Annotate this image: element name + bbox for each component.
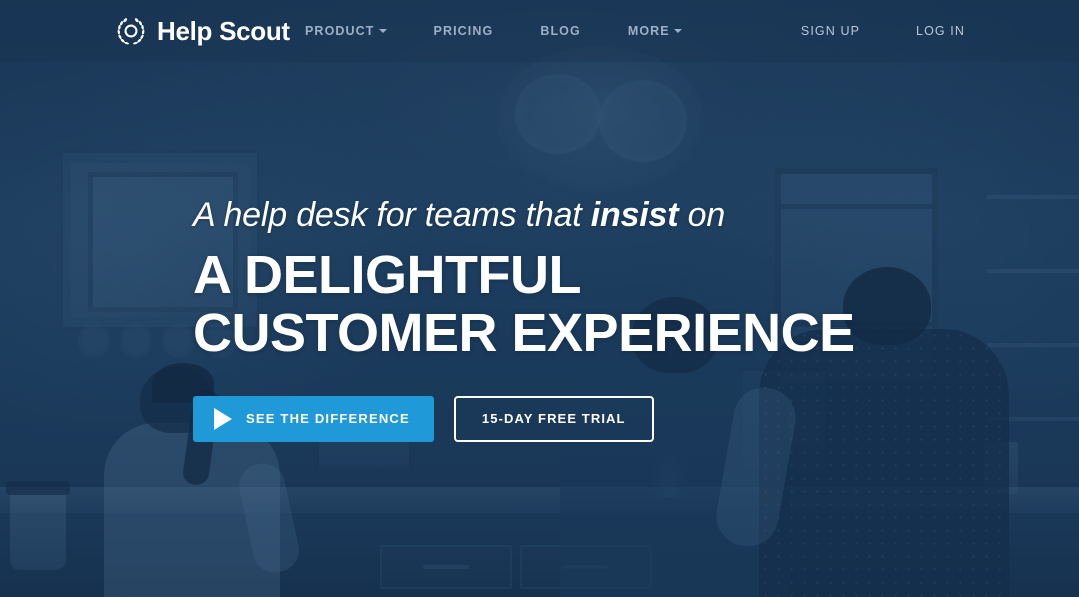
hero-section: Help Scout PRODUCT PRICING BLOG MORE SIG… [0,0,1079,597]
see-the-difference-label: SEE THE DIFFERENCE [246,411,410,427]
see-the-difference-button[interactable]: SEE THE DIFFERENCE [193,395,434,442]
nav-item-label: PRICING [433,24,494,38]
nav-item-more[interactable]: MORE [628,24,704,38]
brand-logo[interactable]: Help Scout [114,14,290,48]
hero-cta-group: SEE THE DIFFERENCE 15-DAY FREE TRIAL [193,395,855,442]
sign-up-link[interactable]: SIGN UP [801,24,860,38]
brand-name: Help Scout [157,16,290,46]
hero-kicker: A help desk for teams that insist on [193,196,855,235]
nav-item-label: BLOG [540,24,581,38]
page-title: A DELIGHTFUL CUSTOMER EXPERIENCE [193,245,855,363]
hero-kicker-emphasis: insist [590,196,679,234]
log-in-link[interactable]: LOG IN [916,24,965,38]
chevron-down-icon [673,29,682,33]
nav-item-label: PRODUCT [305,24,375,38]
main-navigation: PRODUCT PRICING BLOG MORE [305,24,704,38]
nav-item-label: MORE [627,24,670,38]
site-header: Help Scout PRODUCT PRICING BLOG MORE SIG… [0,0,1079,62]
free-trial-button[interactable]: 15-DAY FREE TRIAL [453,395,654,442]
nav-item-product[interactable]: PRODUCT [305,24,409,38]
chevron-down-icon [378,29,387,33]
hero-title-line-1: A DELIGHTFUL [193,245,581,306]
hero-kicker-before: A help desk for teams that [193,196,591,234]
nav-item-blog[interactable]: BLOG [540,24,603,38]
auth-links: SIGN UP LOG IN [745,24,965,38]
nav-item-pricing[interactable]: PRICING [434,24,516,38]
hero-content: A help desk for teams that insist on A D… [193,196,855,442]
play-icon [214,407,232,430]
hero-title-line-2: CUSTOMER EXPERIENCE [193,302,855,363]
free-trial-label: 15-DAY FREE TRIAL [481,411,626,427]
hero-kicker-after: on [678,196,726,234]
laurel-wreath-icon [117,17,145,45]
